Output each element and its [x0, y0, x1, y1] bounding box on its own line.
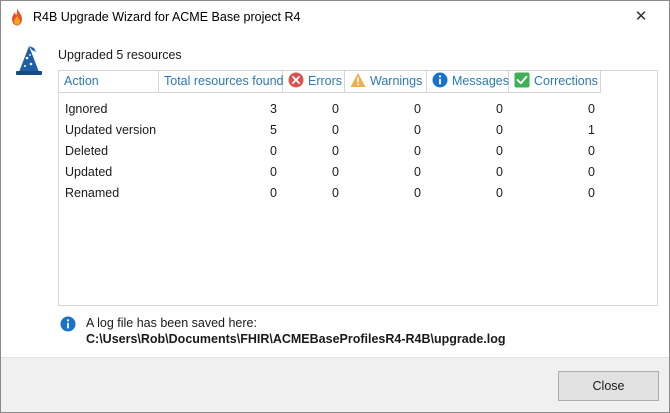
- cell-total: 5: [270, 123, 277, 137]
- info-icon: [60, 316, 76, 332]
- close-icon: ✕: [634, 8, 648, 25]
- cell-total: 3: [270, 102, 277, 116]
- cell-corrections: 0: [588, 144, 595, 158]
- table-row[interactable]: Deleted 0 0 0 0 0: [59, 141, 601, 162]
- cell-messages: 0: [496, 165, 503, 179]
- table-row[interactable]: Ignored 3 0 0 0 0: [59, 99, 601, 120]
- cell-action: Updated version: [65, 123, 157, 137]
- cell-total: 0: [270, 165, 277, 179]
- cell-errors: 0: [332, 144, 339, 158]
- cell-errors: 0: [332, 102, 339, 116]
- table-row[interactable]: Updated 0 0 0 0 0: [59, 162, 601, 183]
- cell-warnings: 0: [414, 123, 421, 137]
- upgrade-summary: Upgraded 5 resources: [58, 48, 182, 62]
- cell-errors: 0: [332, 165, 339, 179]
- cell-action: Updated: [65, 165, 113, 179]
- column-header-errors[interactable]: Errors: [283, 71, 345, 92]
- table-row[interactable]: Renamed 0 0 0 0 0: [59, 183, 601, 204]
- cell-corrections: 0: [588, 165, 595, 179]
- log-file-path[interactable]: C:\Users\Rob\Documents\FHIR\ACMEBaseProf…: [86, 332, 506, 346]
- cell-corrections: 0: [588, 186, 595, 200]
- column-header-warnings[interactable]: Warnings: [345, 71, 427, 92]
- window-close-button[interactable]: ✕: [619, 1, 663, 31]
- cell-messages: 0: [496, 144, 503, 158]
- cell-warnings: 0: [414, 144, 421, 158]
- check-icon: [514, 72, 530, 88]
- cell-total: 0: [270, 144, 277, 158]
- cell-errors: 0: [332, 123, 339, 137]
- cell-errors: 0: [332, 186, 339, 200]
- log-saved-message: A log file has been saved here:: [86, 316, 257, 330]
- window-title: R4B Upgrade Wizard for ACME Base project…: [33, 10, 301, 24]
- table-header: Action Total resources found Errors Warn…: [59, 71, 601, 93]
- close-button[interactable]: Close: [558, 371, 659, 401]
- cell-action: Ignored: [65, 102, 108, 116]
- cell-total: 0: [270, 186, 277, 200]
- cell-corrections: 0: [588, 102, 595, 116]
- table-row[interactable]: Updated version 5 0 0 0 1: [59, 120, 601, 141]
- column-header-messages[interactable]: Messages: [427, 71, 509, 92]
- title-bar: R4B Upgrade Wizard for ACME Base project…: [1, 1, 669, 32]
- wizard-hat-icon: [16, 46, 42, 75]
- cell-action: Renamed: [65, 186, 120, 200]
- column-header-total[interactable]: Total resources found: [159, 71, 284, 92]
- results-table: Action Total resources found Errors Warn…: [58, 70, 658, 306]
- warning-icon: [350, 73, 366, 87]
- cell-warnings: 0: [414, 165, 421, 179]
- column-header-action[interactable]: Action: [59, 71, 159, 92]
- cell-messages: 0: [496, 186, 503, 200]
- cell-messages: 0: [496, 123, 503, 137]
- upgrade-wizard-window: R4B Upgrade Wizard for ACME Base project…: [0, 0, 670, 413]
- info-icon: [432, 72, 448, 88]
- cell-corrections: 1: [588, 123, 595, 137]
- cell-action: Deleted: [65, 144, 109, 158]
- cell-warnings: 0: [414, 102, 421, 116]
- flame-app-icon: [12, 8, 22, 26]
- error-icon: [288, 72, 304, 88]
- cell-messages: 0: [496, 102, 503, 116]
- cell-warnings: 0: [414, 186, 421, 200]
- column-header-corrections[interactable]: Corrections: [509, 71, 601, 92]
